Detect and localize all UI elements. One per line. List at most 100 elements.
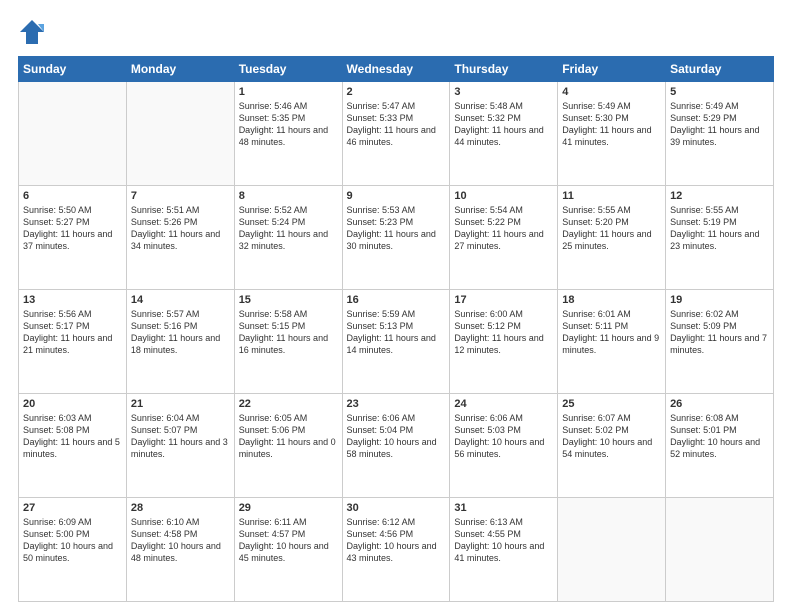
calendar-cell: 20Sunrise: 6:03 AM Sunset: 5:08 PM Dayli… xyxy=(19,394,127,498)
day-number: 17 xyxy=(454,294,553,306)
day-info: Sunrise: 6:09 AM Sunset: 5:00 PM Dayligh… xyxy=(23,516,122,565)
day-number: 2 xyxy=(347,86,446,98)
day-number: 11 xyxy=(562,190,661,202)
day-info: Sunrise: 6:04 AM Sunset: 5:07 PM Dayligh… xyxy=(131,412,230,461)
calendar-cell xyxy=(19,82,127,186)
page: SundayMondayTuesdayWednesdayThursdayFrid… xyxy=(0,0,792,612)
calendar-cell: 2 Sunrise: 5:47 AM Sunset: 5:33 PM Daylig… xyxy=(342,82,450,186)
calendar-week-row-5: 27 Sunrise: 6:09 AM Sunset: 5:00 PM Dayli… xyxy=(19,498,774,602)
day-info: Sunrise: 5:59 AM Sunset: 5:13 PM Dayligh… xyxy=(347,308,446,357)
day-info: Sunrise: 5:49 AM Sunset: 5:30 PM Dayligh… xyxy=(562,100,661,149)
day-info: Sunrise: 5:58 AM Sunset: 5:15 PM Dayligh… xyxy=(239,308,338,357)
day-info: Sunrise: 6:06 AM Sunset: 5:03 PM Dayligh… xyxy=(454,412,553,461)
weekday-header-sunday: Sunday xyxy=(19,57,127,82)
day-number: 10 xyxy=(454,190,553,202)
calendar-week-row-1: 1 Sunrise: 5:46 AM Sunset: 5:35 PM Daylig… xyxy=(19,82,774,186)
calendar-cell: 30 Sunrise: 6:12 AM Sunset: 4:56 PM Dayli… xyxy=(342,498,450,602)
day-number: 29 xyxy=(239,502,338,514)
day-number: 15 xyxy=(239,294,338,306)
calendar-cell: 22 Sunrise: 6:05 AM Sunset: 5:06 PM Dayli… xyxy=(234,394,342,498)
day-number: 13 xyxy=(23,294,122,306)
calendar-cell: 31 Sunrise: 6:13 AM Sunset: 4:55 PM Dayli… xyxy=(450,498,558,602)
calendar-cell: 12 Sunrise: 5:55 AM Sunset: 5:19 PM Dayli… xyxy=(666,186,774,290)
calendar-cell: 14 Sunrise: 5:57 AM Sunset: 5:16 PM Dayli… xyxy=(126,290,234,394)
day-number: 28 xyxy=(131,502,230,514)
calendar-cell xyxy=(126,82,234,186)
day-number: 27 xyxy=(23,502,122,514)
day-info: Sunrise: 5:52 AM Sunset: 5:24 PM Dayligh… xyxy=(239,204,338,253)
weekday-header-tuesday: Tuesday xyxy=(234,57,342,82)
calendar-cell: 26 Sunrise: 6:08 AM Sunset: 5:01 PM Dayli… xyxy=(666,394,774,498)
weekday-header-row: SundayMondayTuesdayWednesdayThursdayFrid… xyxy=(19,57,774,82)
day-number: 18 xyxy=(562,294,661,306)
day-info: Sunrise: 6:12 AM Sunset: 4:56 PM Dayligh… xyxy=(347,516,446,565)
calendar-week-row-3: 13 Sunrise: 5:56 AM Sunset: 5:17 PM Dayli… xyxy=(19,290,774,394)
day-info: Sunrise: 6:11 AM Sunset: 4:57 PM Dayligh… xyxy=(239,516,338,565)
day-info: Sunrise: 5:55 AM Sunset: 5:19 PM Dayligh… xyxy=(670,204,769,253)
day-number: 6 xyxy=(23,190,122,202)
calendar-cell: 27 Sunrise: 6:09 AM Sunset: 5:00 PM Dayli… xyxy=(19,498,127,602)
day-number: 25 xyxy=(562,398,661,410)
header xyxy=(18,18,774,46)
calendar-cell: 8 Sunrise: 5:52 AM Sunset: 5:24 PM Daylig… xyxy=(234,186,342,290)
day-number: 3 xyxy=(454,86,553,98)
day-info: Sunrise: 6:10 AM Sunset: 4:58 PM Dayligh… xyxy=(131,516,230,565)
calendar-cell: 25 Sunrise: 6:07 AM Sunset: 5:02 PM Dayli… xyxy=(558,394,666,498)
calendar-cell: 11 Sunrise: 5:55 AM Sunset: 5:20 PM Dayli… xyxy=(558,186,666,290)
day-number: 26 xyxy=(670,398,769,410)
day-number: 1 xyxy=(239,86,338,98)
calendar-cell: 1 Sunrise: 5:46 AM Sunset: 5:35 PM Daylig… xyxy=(234,82,342,186)
day-info: Sunrise: 5:56 AM Sunset: 5:17 PM Dayligh… xyxy=(23,308,122,357)
calendar-week-row-4: 20Sunrise: 6:03 AM Sunset: 5:08 PM Dayli… xyxy=(19,394,774,498)
day-info: Sunrise: 6:13 AM Sunset: 4:55 PM Dayligh… xyxy=(454,516,553,565)
day-info: Sunrise: 5:50 AM Sunset: 5:27 PM Dayligh… xyxy=(23,204,122,253)
calendar-cell: 17 Sunrise: 6:00 AM Sunset: 5:12 PM Dayli… xyxy=(450,290,558,394)
day-info: Sunrise: 5:55 AM Sunset: 5:20 PM Dayligh… xyxy=(562,204,661,253)
day-info: Sunrise: 5:57 AM Sunset: 5:16 PM Dayligh… xyxy=(131,308,230,357)
day-info: Sunrise: 6:06 AM Sunset: 5:04 PM Dayligh… xyxy=(347,412,446,461)
day-info: Sunrise: 5:54 AM Sunset: 5:22 PM Dayligh… xyxy=(454,204,553,253)
day-info: Sunrise: 6:00 AM Sunset: 5:12 PM Dayligh… xyxy=(454,308,553,357)
calendar-cell: 29 Sunrise: 6:11 AM Sunset: 4:57 PM Dayli… xyxy=(234,498,342,602)
day-number: 5 xyxy=(670,86,769,98)
day-number: 22 xyxy=(239,398,338,410)
day-info: Sunrise: 6:08 AM Sunset: 5:01 PM Dayligh… xyxy=(670,412,769,461)
day-info: Sunrise: 5:53 AM Sunset: 5:23 PM Dayligh… xyxy=(347,204,446,253)
day-info: Sunrise: 5:47 AM Sunset: 5:33 PM Dayligh… xyxy=(347,100,446,149)
day-number: 23 xyxy=(347,398,446,410)
calendar-cell: 15 Sunrise: 5:58 AM Sunset: 5:15 PM Dayli… xyxy=(234,290,342,394)
day-number: 19 xyxy=(670,294,769,306)
day-info: Sunrise: 6:07 AM Sunset: 5:02 PM Dayligh… xyxy=(562,412,661,461)
weekday-header-monday: Monday xyxy=(126,57,234,82)
day-info: Sunrise: 6:05 AM Sunset: 5:06 PM Dayligh… xyxy=(239,412,338,461)
calendar-week-row-2: 6 Sunrise: 5:50 AM Sunset: 5:27 PM Daylig… xyxy=(19,186,774,290)
calendar-cell: 10 Sunrise: 5:54 AM Sunset: 5:22 PM Dayli… xyxy=(450,186,558,290)
day-number: 16 xyxy=(347,294,446,306)
day-number: 30 xyxy=(347,502,446,514)
calendar-cell xyxy=(558,498,666,602)
calendar-table: SundayMondayTuesdayWednesdayThursdayFrid… xyxy=(18,56,774,602)
day-info: Sunrise: 5:48 AM Sunset: 5:32 PM Dayligh… xyxy=(454,100,553,149)
calendar-cell: 7Sunrise: 5:51 AM Sunset: 5:26 PM Daylig… xyxy=(126,186,234,290)
calendar-cell: 5 Sunrise: 5:49 AM Sunset: 5:29 PM Daylig… xyxy=(666,82,774,186)
weekday-header-saturday: Saturday xyxy=(666,57,774,82)
calendar-cell: 9 Sunrise: 5:53 AM Sunset: 5:23 PM Daylig… xyxy=(342,186,450,290)
day-number: 14 xyxy=(131,294,230,306)
weekday-header-wednesday: Wednesday xyxy=(342,57,450,82)
day-number: 24 xyxy=(454,398,553,410)
day-number: 31 xyxy=(454,502,553,514)
day-number: 12 xyxy=(670,190,769,202)
calendar-cell: 28 Sunrise: 6:10 AM Sunset: 4:58 PM Dayli… xyxy=(126,498,234,602)
calendar-cell: 21Sunrise: 6:04 AM Sunset: 5:07 PM Dayli… xyxy=(126,394,234,498)
day-number: 4 xyxy=(562,86,661,98)
calendar-cell: 16 Sunrise: 5:59 AM Sunset: 5:13 PM Dayli… xyxy=(342,290,450,394)
day-info: Sunrise: 5:46 AM Sunset: 5:35 PM Dayligh… xyxy=(239,100,338,149)
day-info: Sunrise: 5:51 AM Sunset: 5:26 PM Dayligh… xyxy=(131,204,230,253)
day-info: Sunrise: 5:49 AM Sunset: 5:29 PM Dayligh… xyxy=(670,100,769,149)
day-number: 9 xyxy=(347,190,446,202)
weekday-header-friday: Friday xyxy=(558,57,666,82)
calendar-cell: 6 Sunrise: 5:50 AM Sunset: 5:27 PM Daylig… xyxy=(19,186,127,290)
calendar-cell: 13 Sunrise: 5:56 AM Sunset: 5:17 PM Dayli… xyxy=(19,290,127,394)
day-info: Sunrise: 6:01 AM Sunset: 5:11 PM Dayligh… xyxy=(562,308,661,357)
day-number: 8 xyxy=(239,190,338,202)
